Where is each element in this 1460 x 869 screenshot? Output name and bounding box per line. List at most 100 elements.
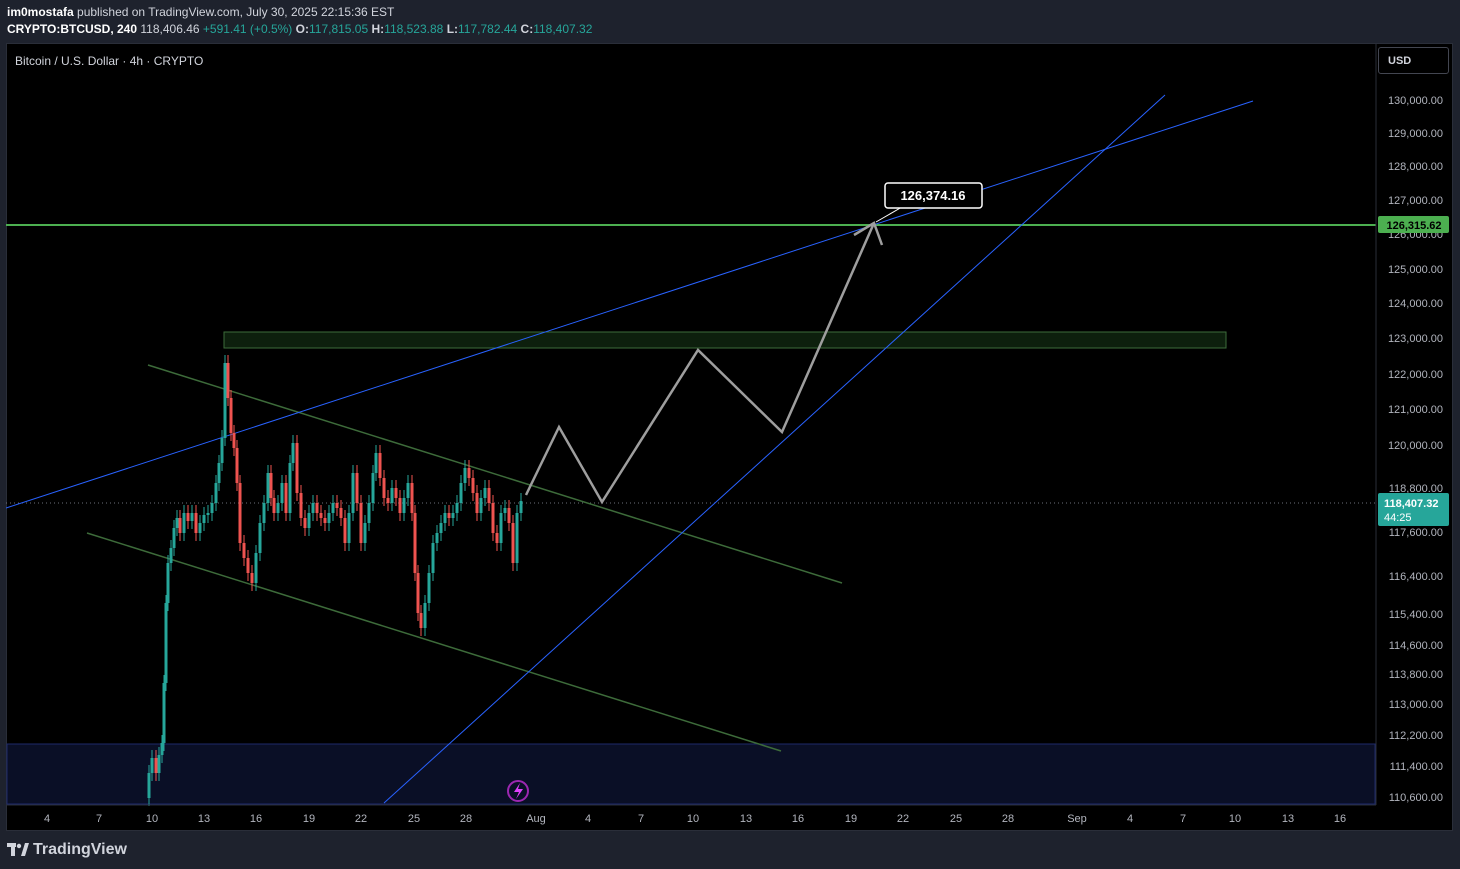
candle-body [367, 503, 371, 523]
candle-body [276, 503, 280, 513]
time-tick: 19 [303, 813, 315, 825]
candle-body [178, 518, 182, 533]
candle-body [175, 518, 179, 528]
price-tick: 125,000.00 [1388, 264, 1443, 276]
open-value: 117,815.05 [308, 22, 369, 36]
candle-body [232, 433, 236, 448]
candle-body [284, 483, 288, 513]
price-tick: 115,400.00 [1389, 609, 1443, 621]
candle-body [223, 363, 227, 438]
tradingview-icon [7, 843, 29, 856]
candle-body [235, 448, 239, 483]
candle-body [451, 513, 455, 518]
candle-body [266, 473, 270, 503]
candle-body [291, 443, 295, 463]
candle-body [217, 463, 221, 483]
candle-body [226, 363, 230, 398]
low-value: 117,782.44 [458, 22, 518, 36]
candle-body [164, 603, 168, 683]
candle-body [190, 513, 194, 521]
horizontal-level-value: 126,315.62 [1386, 220, 1441, 232]
candle-body [359, 503, 363, 543]
candle-body [413, 513, 417, 573]
candle-body [288, 463, 292, 513]
candle-body [447, 513, 451, 518]
price-tick: 128,000.00 [1388, 161, 1443, 173]
time-tick: 16 [1334, 813, 1346, 825]
price-tick: 129,000.00 [1388, 128, 1443, 140]
open-label: O: [295, 22, 309, 36]
price-axis[interactable]: 130,000.00 129,000.00 128,000.00 127,000.00… [1388, 95, 1443, 804]
candle-body [150, 758, 154, 773]
time-tick: Sep [1067, 813, 1087, 825]
candle-body [463, 468, 467, 483]
candles [147, 355, 523, 806]
close-value: 118,407.32 [533, 22, 593, 36]
time-tick: 7 [1180, 813, 1186, 825]
candle-body [402, 498, 406, 513]
close-label: C: [520, 22, 534, 36]
candle-body [427, 573, 431, 603]
candle-body [258, 523, 262, 553]
candle-body [491, 503, 495, 533]
currency-button[interactable]: USD [1378, 47, 1449, 74]
resistance-box [223, 331, 1227, 349]
brand-name: TradingView [33, 841, 127, 858]
low-label: L: [446, 22, 459, 36]
time-tick: Aug [526, 813, 546, 825]
candle-body [503, 508, 507, 513]
candle-body [157, 755, 161, 773]
candle-body [483, 488, 487, 498]
candle-body [269, 473, 273, 498]
candle-body [382, 478, 386, 498]
time-tick: 4 [585, 813, 591, 825]
candle-body [186, 513, 190, 521]
tradingview-logo[interactable]: TradingView [7, 841, 127, 859]
time-tick: 25 [408, 813, 420, 825]
candle-body [479, 498, 483, 513]
candle-body [495, 533, 499, 543]
upper-trend-line [6, 100, 1254, 509]
price-tick: 116,400.00 [1389, 571, 1443, 583]
candle-body [351, 473, 355, 513]
candle-body [499, 513, 503, 543]
candle-body [511, 523, 515, 563]
candle-body [419, 613, 423, 628]
candle-body [343, 518, 347, 543]
candle-body [374, 453, 378, 473]
candle-body [307, 513, 311, 528]
time-tick: 7 [96, 813, 102, 825]
candle-body [315, 503, 319, 513]
candle-body [386, 498, 390, 503]
author-name[interactable]: im0mostafa [7, 5, 74, 19]
time-tick: 28 [1002, 813, 1014, 825]
time-tick: 25 [950, 813, 962, 825]
time-tick: 28 [460, 813, 472, 825]
time-tick: 19 [845, 813, 857, 825]
time-tick: 16 [250, 813, 262, 825]
time-axis[interactable]: 4 7 10 13 16 19 22 25 28 Aug 4 7 10 13 16 19 22 25 28 Sep 4 7… [44, 813, 1346, 825]
candle-body [390, 488, 394, 503]
lower-trend-line [383, 94, 1166, 804]
candle-body [406, 483, 410, 498]
candle-body [198, 523, 202, 533]
candle-body [327, 513, 331, 523]
candle-body [299, 493, 303, 518]
candle-body [519, 501, 523, 513]
candle-body [272, 498, 276, 513]
candle-body [435, 533, 439, 543]
bar-countdown: 44:25 [1384, 512, 1412, 524]
time-tick: 7 [638, 813, 644, 825]
price-chart[interactable]: 126,374.16 130,000.00 129,000.00 128,000.0… [6, 43, 1453, 831]
candle-body [398, 498, 402, 513]
current-price: 118,406.46 [140, 22, 200, 36]
candle-body [154, 758, 158, 773]
time-tick: 10 [687, 813, 699, 825]
demand-zone [6, 743, 1376, 805]
candle-body [507, 508, 511, 523]
candle-body [467, 468, 471, 478]
candle-body [262, 503, 266, 523]
candle-body [487, 488, 491, 503]
candle-body [347, 513, 351, 543]
symbol-label[interactable]: CRYPTO:BTCUSD, 240 [7, 22, 137, 36]
